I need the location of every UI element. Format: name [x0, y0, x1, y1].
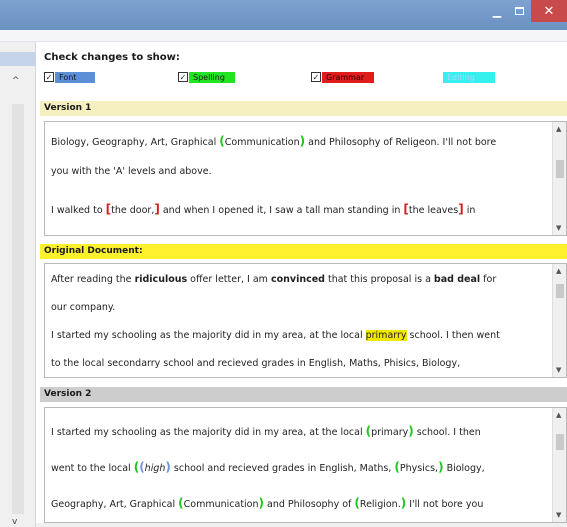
version2-line-1: I started my schooling as the majority d… [51, 424, 481, 438]
font-checkbox[interactable]: ✓ [44, 72, 54, 82]
left-panel-tab[interactable] [0, 52, 36, 66]
original-textbox[interactable]: After reading the ridiculous offer lette… [44, 263, 567, 378]
original-scrollbar[interactable]: ▲ ▼ [552, 264, 566, 377]
spelling-change: Communication [224, 137, 300, 148]
spelling-change: Physics, [399, 463, 439, 474]
maximize-button[interactable] [508, 0, 530, 22]
version2-header: Version 2 [40, 387, 567, 402]
scroll-down-icon[interactable]: ▼ [556, 366, 561, 374]
version1-line-2: you with the 'A' levels and above. [51, 166, 212, 177]
original-header: Original Document: [40, 244, 567, 259]
grammar-toggle[interactable]: ✓ Grammar [311, 71, 374, 83]
scroll-up-icon[interactable]: ▲ [556, 267, 561, 275]
version1-header: Version 1 [40, 101, 567, 116]
scroll-up-icon[interactable]: ▲ [556, 125, 561, 133]
scroll-up-icon[interactable]: ▲ [556, 411, 561, 419]
toolbar-strip [0, 30, 567, 42]
editing-label: Editing [443, 71, 495, 83]
grammar-checkbox[interactable]: ✓ [311, 72, 321, 82]
close-icon: ✕ [543, 3, 555, 19]
spelling-toggle[interactable]: ✓ Spelling [178, 71, 235, 83]
title-bar: ▁ ✕ [0, 0, 567, 30]
font-label: Font [55, 71, 95, 83]
scroll-thumb[interactable] [556, 434, 564, 450]
highlighted-word: primarry [365, 330, 407, 341]
font-toggle[interactable]: ✓ Font [44, 71, 95, 83]
scroll-thumb[interactable] [556, 284, 564, 298]
spelling-change: Communication [183, 499, 259, 510]
scroll-down-icon[interactable]: ▼ [556, 511, 561, 519]
maximize-icon [514, 7, 524, 15]
original-line-1: After reading the ridiculous offer lette… [51, 274, 497, 285]
version2-scrollbar[interactable]: ▲ ▼ [552, 408, 566, 522]
version1-textbox[interactable]: Biology, Geography, Art, Graphical (Comm… [44, 121, 567, 236]
minimize-button[interactable]: ▁ [486, 0, 508, 22]
font-change: high [144, 463, 166, 474]
editing-toggle[interactable]: Editing [443, 71, 495, 83]
left-scroll-up-icon[interactable]: ^ [12, 76, 20, 86]
grammar-change: the leaves [408, 205, 459, 216]
check-changes-title: Check changes to show: [44, 52, 180, 63]
version1-line-3: I walked to [the door,] and when I opene… [51, 202, 476, 216]
version2-textbox[interactable]: I started my schooling as the majority d… [44, 407, 567, 523]
original-line-2: our company. [51, 302, 116, 313]
close-button[interactable]: ✕ [531, 0, 567, 22]
scroll-thumb[interactable] [556, 160, 564, 178]
grammar-change: the door, [111, 205, 155, 216]
grammar-label: Grammar [322, 71, 374, 83]
scroll-down-icon[interactable]: ▼ [556, 224, 561, 232]
minimize-icon: ▁ [492, 4, 502, 18]
version1-scrollbar[interactable]: ▲ ▼ [552, 122, 566, 235]
version1-line-1: Biology, Geography, Art, Graphical (Comm… [51, 134, 497, 148]
spelling-change: primary [371, 427, 409, 438]
spelling-checkbox[interactable]: ✓ [178, 72, 188, 82]
version2-line-2: went to the local ((high) school and rec… [51, 460, 485, 474]
original-line-4: to the local secondarry school and recie… [51, 358, 461, 369]
spelling-change: Religion. [359, 499, 401, 510]
bottom-edge [36, 523, 567, 527]
spelling-label: Spelling [189, 71, 235, 83]
left-panel: ^ v [0, 42, 36, 527]
original-line-3: I started my schooling as the majority d… [51, 330, 500, 341]
version2-line-3: Geography, Art, Graphical (Communication… [51, 496, 484, 510]
left-scrollbar-track[interactable] [12, 104, 24, 514]
left-scroll-down-icon[interactable]: v [12, 517, 17, 527]
